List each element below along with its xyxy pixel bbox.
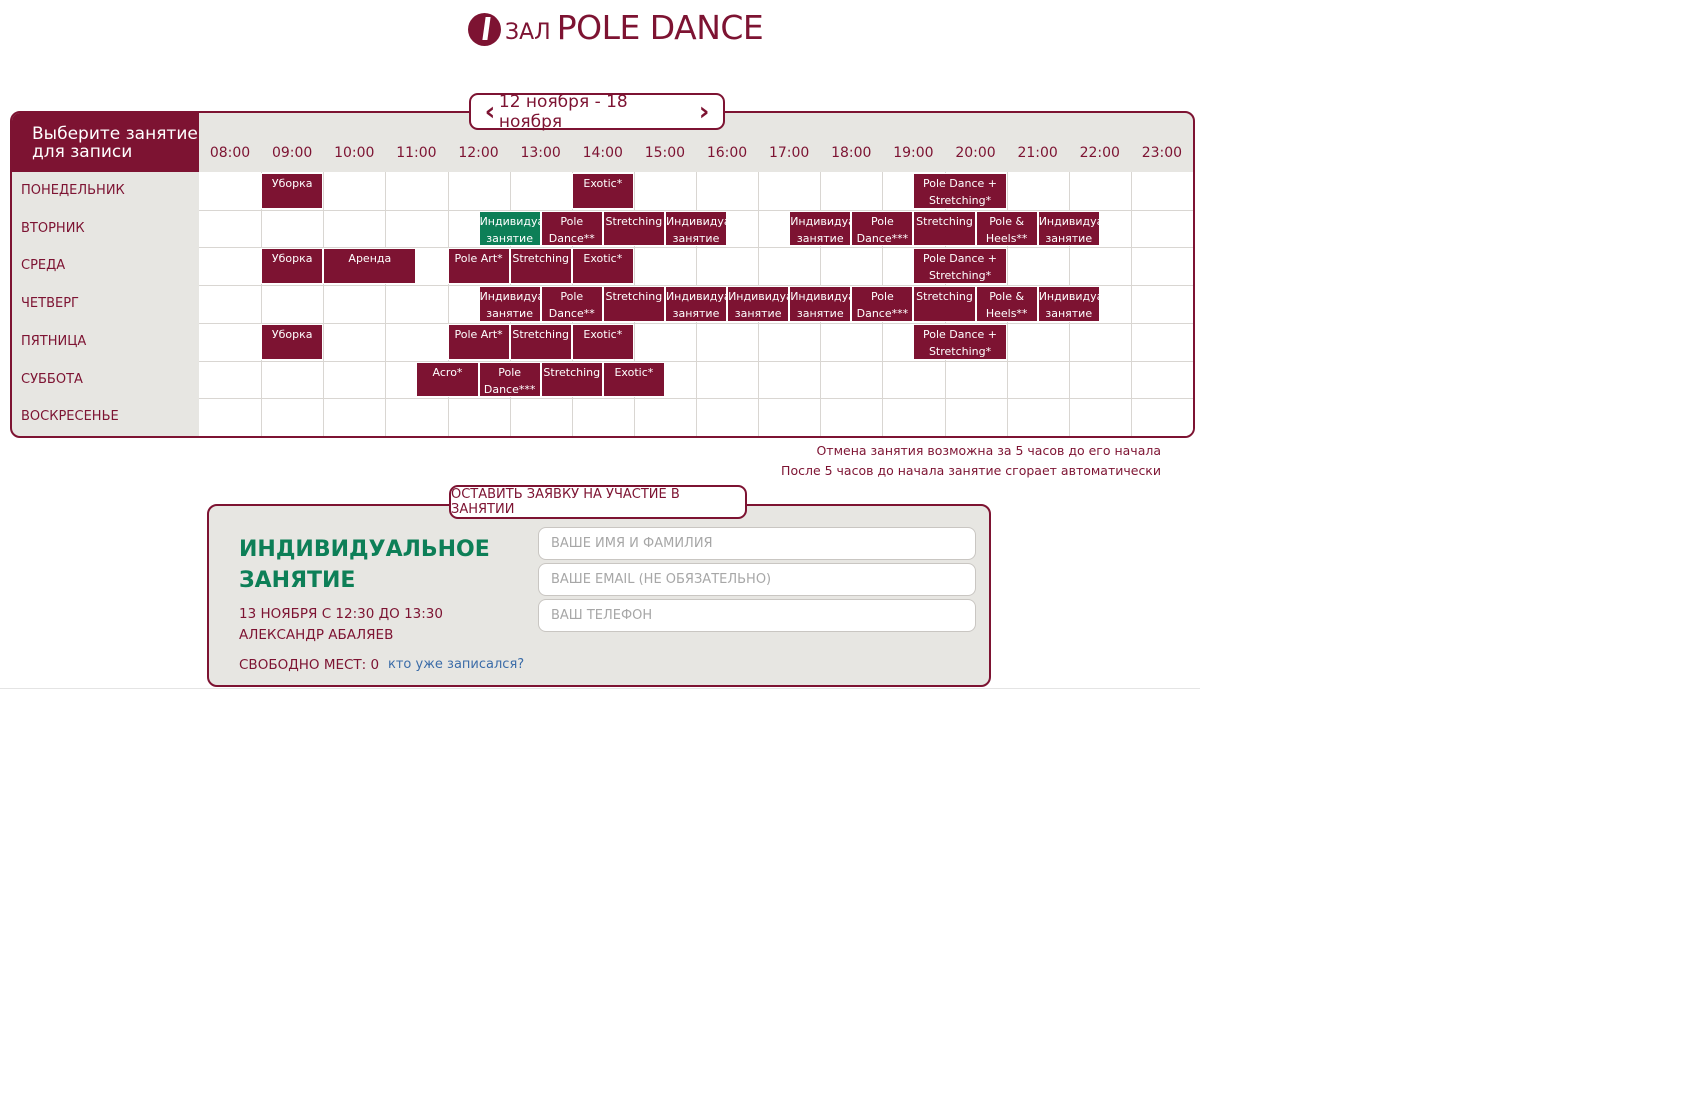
lesson-block[interactable]: Уборка <box>261 248 324 285</box>
schedule-corner-label: Выберите занятие для записи <box>12 113 199 172</box>
lesson-block[interactable]: Индивидуальное занятие <box>664 210 728 247</box>
lesson-block[interactable]: Pole Dance*** <box>851 286 914 322</box>
grid-row-line <box>199 360 1193 362</box>
chevron-right-icon[interactable]: › <box>695 99 713 125</box>
hour-label: 18:00 <box>831 145 872 161</box>
lesson-block[interactable]: Stretching <box>602 286 665 322</box>
email-field[interactable] <box>538 563 976 596</box>
hour-label: 12:00 <box>458 145 499 161</box>
hour-label: 13:00 <box>520 145 561 161</box>
lesson-block[interactable]: Acro* <box>416 361 479 398</box>
hall-prefix: ЗАЛ <box>505 20 551 45</box>
lesson-block[interactable]: Pole Dance** <box>540 286 603 322</box>
lesson-block[interactable]: Pole Dance + Stretching* <box>913 173 1007 209</box>
grid-column-line <box>323 172 325 436</box>
hour-label: 10:00 <box>334 145 375 161</box>
hall-number-icon <box>468 13 501 46</box>
booking-panel: ИНДИВИДУАЛЬНОЕ ЗАНЯТИЕ 13 НОЯБРЯ С 12:30… <box>207 504 991 687</box>
grid-row-line <box>199 398 1193 400</box>
lesson-block[interactable]: Индивидуальное занятие <box>789 286 852 322</box>
cancellation-note-1: Отмена занятия возможна за 5 часов до ег… <box>816 443 1161 458</box>
lesson-block[interactable]: Индивидуальное занятие <box>664 286 728 322</box>
booking-tab: ОСТАВИТЬ ЗАЯВКУ НА УЧАСТИЕ В ЗАНЯТИИ <box>449 485 747 519</box>
selected-class-name: ИНДИВИДУАЛЬНОЕ ЗАНЯТИЕ <box>239 537 490 593</box>
day-label: ВОСКРЕСЕНЬЕ <box>21 409 119 425</box>
lesson-block[interactable]: Exotic* <box>571 248 634 285</box>
schedule-grid: Уборка Exotic* Pole Dance + Stretching* Инд… <box>199 172 1193 436</box>
hour-label: 17:00 <box>768 145 810 161</box>
lesson-block[interactable]: Exotic* <box>571 323 634 360</box>
cancellation-note-2: После 5 часов до начала занятие сгорает … <box>781 463 1161 478</box>
hour-label: 22:00 <box>1079 145 1120 161</box>
name-field[interactable] <box>538 527 976 560</box>
lesson-block[interactable]: Pole Art* <box>447 323 510 360</box>
hour-label: 09:00 <box>271 145 313 161</box>
day-label: СРЕДА <box>21 258 66 274</box>
lesson-block[interactable]: Аренда <box>323 248 417 285</box>
corner-label-text: Выберите занятие для записи <box>32 124 198 162</box>
phone-field[interactable] <box>538 599 976 632</box>
hall-name: POLE DANCE <box>556 8 764 47</box>
hour-label: 20:00 <box>955 145 996 161</box>
lesson-block[interactable]: Stretching <box>509 323 572 360</box>
lesson-block[interactable]: Stretching <box>913 286 976 322</box>
free-spots: СВОБОДНО МЕСТ: 0 <box>239 657 380 673</box>
day-label: СУББОТА <box>21 371 83 387</box>
schedule-table: Выберите занятие для записи 08:00 09:00 10… <box>10 111 1195 438</box>
week-navigation: ‹ 12 ноября - 18 ноября › <box>469 91 725 132</box>
selected-class-time: 13 НОЯБРЯ С 12:30 ДО 13:30 <box>239 606 443 622</box>
lesson-block[interactable]: Pole Dance*** <box>478 361 541 398</box>
lesson-block[interactable]: Stretching <box>509 248 572 285</box>
day-label: ВТОРНИК <box>21 220 85 236</box>
lesson-block[interactable]: Pole & Heels** <box>975 286 1038 322</box>
lesson-block[interactable]: Pole Dance*** <box>851 210 914 247</box>
lesson-block[interactable]: Pole Art* <box>447 248 510 285</box>
hour-label: 16:00 <box>706 145 748 161</box>
lesson-block[interactable]: Stretching <box>913 210 976 247</box>
lesson-block[interactable]: Pole Dance + Stretching* <box>913 323 1007 360</box>
hour-label: 15:00 <box>644 145 686 161</box>
day-label: ПОНЕДЕЛЬНИК <box>21 183 125 198</box>
who-signed-up-link[interactable]: кто уже записался? <box>388 657 524 672</box>
hour-label: 14:00 <box>582 145 623 161</box>
lesson-block[interactable]: Индивидуальное занятие <box>478 286 541 322</box>
lesson-block[interactable]: Exotic* <box>602 361 665 398</box>
hour-label: 23:00 <box>1141 145 1183 161</box>
grid-column-line <box>261 172 263 436</box>
day-column: ПОНЕДЕЛЬНИК ВТОРНИК СРЕДА ЧЕТВЕРГ ПЯТНИЦА СУБ… <box>12 172 199 436</box>
lesson-block[interactable]: Stretching <box>602 210 665 247</box>
hour-label: 19:00 <box>893 145 934 161</box>
page-divider <box>0 688 1200 689</box>
lesson-block[interactable]: Уборка <box>261 173 324 209</box>
day-label: ЧЕТВЕРГ <box>21 296 79 312</box>
hour-label: 08:00 <box>209 145 251 161</box>
hall-header: ЗАЛ POLE DANCE <box>468 6 764 47</box>
cancellation-notes: Отмена занятия возможна за 5 часов до ег… <box>600 441 1161 481</box>
lesson-block[interactable]: Pole Dance + Stretching* <box>913 248 1007 285</box>
lesson-block[interactable]: Индивидуальное занятие <box>1037 210 1100 247</box>
lesson-block[interactable]: Pole Dance** <box>540 210 603 247</box>
lesson-block[interactable]: Индивидуальное занятие <box>727 286 790 322</box>
grid-row-line <box>199 322 1193 324</box>
lesson-block[interactable]: Индивидуальное занятие <box>1037 286 1100 322</box>
lesson-block[interactable]: Pole & Heels** <box>975 210 1038 247</box>
lesson-block[interactable]: Индивидуальное занятие <box>478 210 541 247</box>
lesson-block[interactable]: Stretching <box>540 361 603 398</box>
hour-label: 11:00 <box>396 145 437 161</box>
hour-label: 21:00 <box>1017 145 1058 161</box>
lesson-block[interactable]: Exotic* <box>571 173 634 209</box>
day-label: ПЯТНИЦА <box>21 333 87 349</box>
lesson-block[interactable]: Индивидуальное занятие <box>789 210 852 247</box>
week-label: 12 ноября - 18 ноября <box>498 91 628 132</box>
selected-class-trainer: АЛЕКСАНДР АБАЛЯЕВ <box>239 627 394 643</box>
grid-column-line <box>385 172 387 436</box>
chevron-left-icon[interactable]: ‹ <box>481 99 499 125</box>
lesson-block[interactable]: Уборка <box>261 323 324 360</box>
grid-column-line <box>1130 172 1132 436</box>
